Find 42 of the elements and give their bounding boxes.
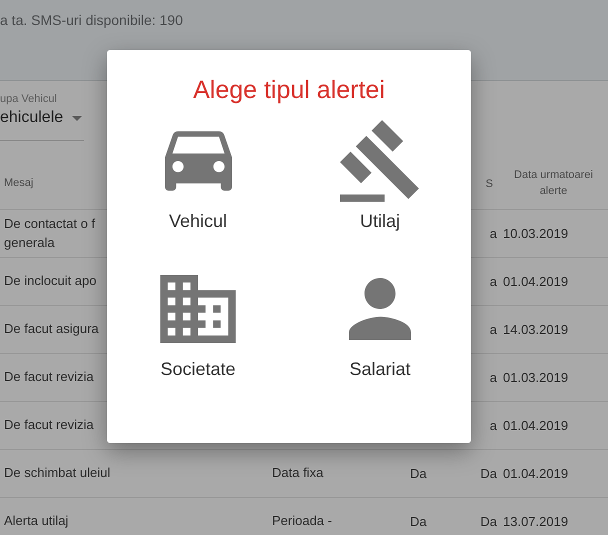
- table-cell: a: [490, 322, 497, 337]
- table-cell: a: [490, 370, 497, 385]
- table-cell: 13.07.2019: [503, 514, 568, 529]
- person-icon: [349, 278, 411, 340]
- vehicle-group-select[interactable]: upa Vehicul ehiculele: [0, 93, 84, 141]
- gavel-icon: [340, 120, 420, 202]
- table-cell: Da: [410, 514, 427, 529]
- table-cell: De schimbat uleiul: [4, 465, 110, 480]
- alert-type-option[interactable]: Societate: [107, 259, 289, 407]
- column-header: Data urmatoarei alerte: [513, 168, 594, 199]
- sms-count-text: a ta. SMS-uri disponibile: 190: [0, 12, 183, 28]
- table-cell: 14.03.2019: [503, 322, 568, 337]
- table-cell: Perioada -: [272, 513, 332, 528]
- table-cell: a: [490, 226, 497, 241]
- table-cell: Alerta utilaj: [4, 513, 68, 528]
- alert-type-option[interactable]: Salariat: [289, 259, 471, 407]
- table-cell: Data fixa: [272, 465, 324, 480]
- table-cell: Da: [480, 466, 497, 481]
- table-cell: 10.03.2019: [503, 226, 568, 241]
- table-cell: 01.04.2019: [503, 418, 568, 433]
- table-cell: De inclocuit apo: [4, 273, 96, 288]
- alert-type-option[interactable]: Utilaj: [289, 111, 471, 259]
- table-cell: a: [490, 274, 497, 289]
- dropdown-caret-icon: [72, 116, 82, 120]
- building-icon: [160, 275, 236, 343]
- table-cell: De contactat o f generala: [4, 216, 96, 250]
- car-icon: [164, 131, 232, 191]
- column-header: Mesaj: [3, 176, 34, 192]
- table-cell: 01.04.2019: [503, 274, 568, 289]
- column-header: S: [484, 178, 493, 190]
- table-cell: De facut revizia: [4, 369, 94, 384]
- table-cell: 01.03.2019: [503, 370, 568, 385]
- table-cell: 01.04.2019: [503, 466, 568, 481]
- select-value: ehiculele: [0, 109, 64, 127]
- table-cell: a: [490, 418, 497, 433]
- alert-type-option[interactable]: Vehicul: [107, 111, 289, 259]
- select-label: upa Vehicul: [0, 93, 58, 105]
- dialog-title: Alege tipul alertei: [192, 76, 386, 105]
- table-cell: Da: [410, 466, 427, 481]
- table-cell: De facut revizia: [4, 417, 94, 432]
- table-cell: De facut asigura: [4, 321, 99, 336]
- table-cell: Da: [480, 514, 497, 529]
